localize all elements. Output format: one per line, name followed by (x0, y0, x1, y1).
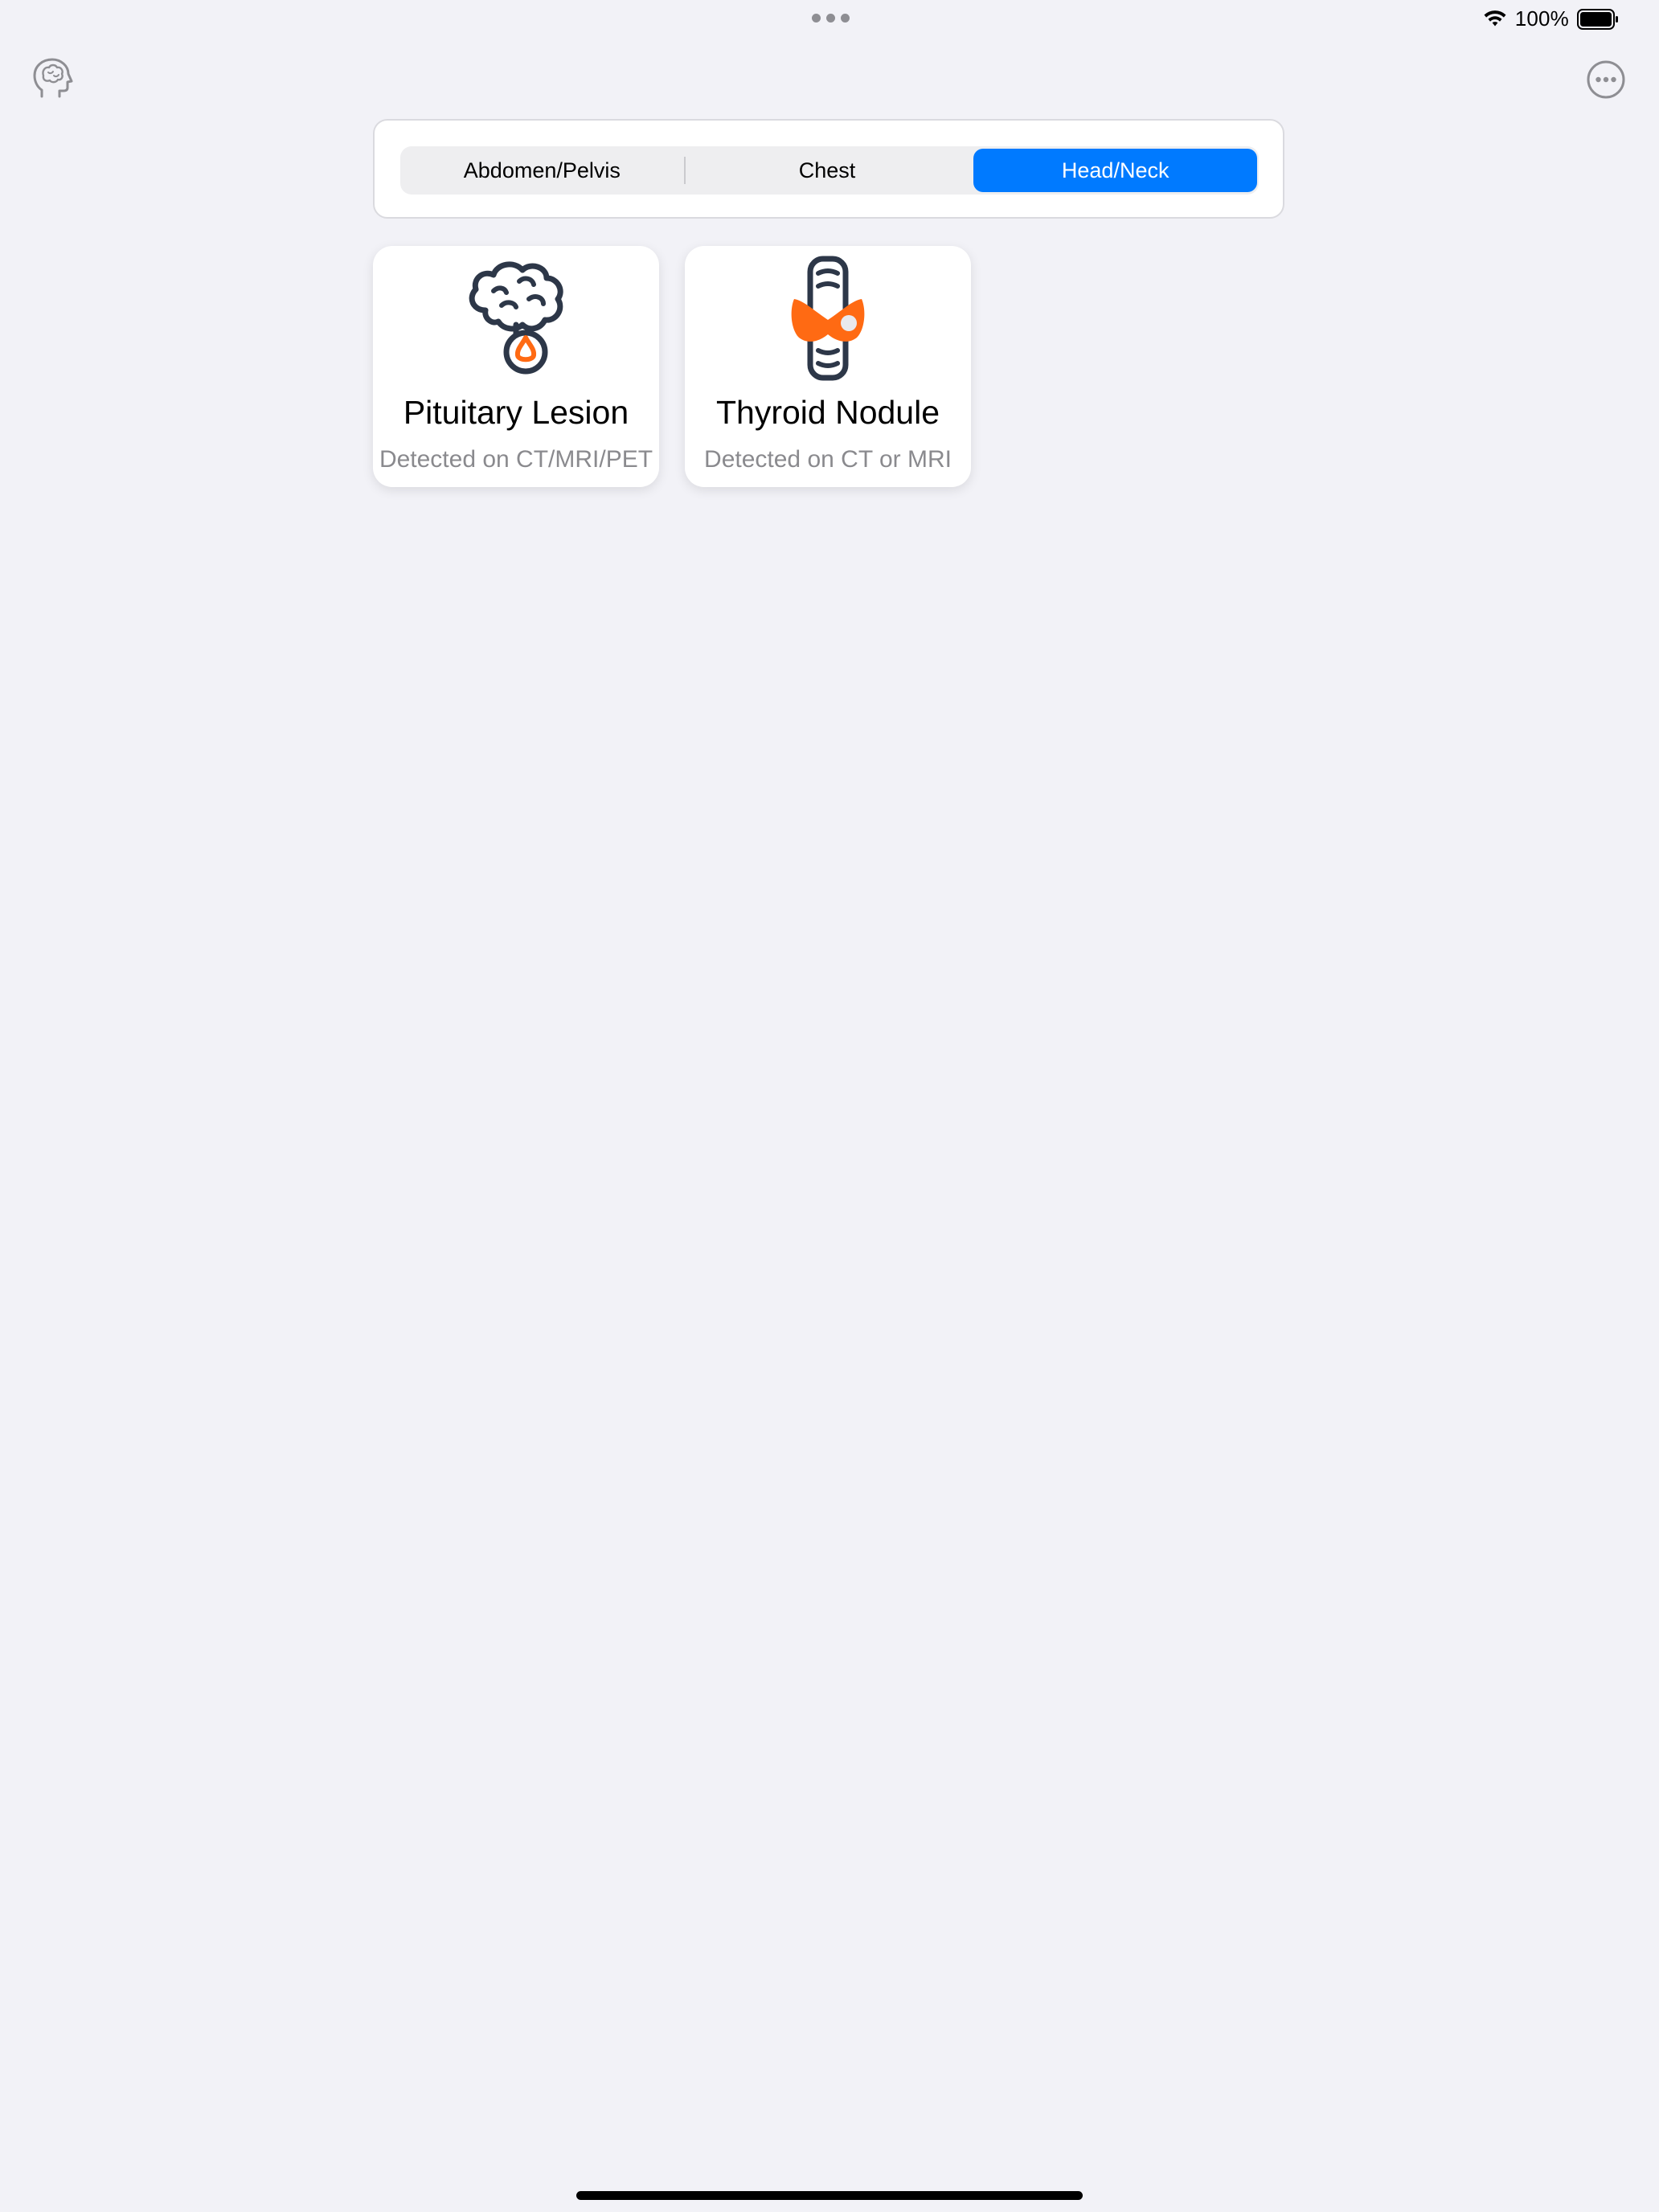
brain-pituitary-icon (469, 261, 563, 375)
card-title: Pituitary Lesion (403, 394, 629, 431)
card-title: Thyroid Nodule (715, 394, 940, 431)
segment-abdomen-pelvis[interactable]: Abdomen/Pelvis (400, 146, 684, 195)
card-subtitle: Detected on CT/MRI/PET (379, 446, 653, 473)
topic-cards: Pituitary Lesion Detected on CT/MRI/PET … (373, 246, 971, 487)
thyroid-icon (791, 256, 865, 381)
more-options-button[interactable] (1586, 59, 1626, 100)
segment-chest[interactable]: Chest (686, 146, 969, 195)
card-subtitle: Detected on CT or MRI (704, 446, 952, 473)
home-indicator[interactable] (576, 2191, 1083, 2200)
category-segmented-control: Abdomen/Pelvis Chest Head/Neck (400, 146, 1259, 195)
brain-head-icon (33, 58, 73, 98)
status-bar: 100% (0, 0, 1659, 39)
more-ellipsis-icon (1587, 60, 1625, 99)
multitasking-dots[interactable] (812, 14, 850, 23)
card-thyroid-nodule[interactable]: Thyroid Nodule Detected on CT or MRI (685, 246, 971, 487)
wifi-icon (1484, 10, 1506, 26)
card-pituitary-lesion[interactable]: Pituitary Lesion Detected on CT/MRI/PET (373, 246, 659, 487)
segment-head-neck[interactable]: Head/Neck (973, 149, 1258, 192)
status-right: 100% (1483, 6, 1619, 31)
battery-icon (1577, 8, 1618, 30)
brain-head-button[interactable] (31, 56, 74, 101)
battery-percentage: 100% (1514, 6, 1569, 31)
category-picker-card: Abdomen/Pelvis Chest Head/Neck (373, 119, 1284, 219)
